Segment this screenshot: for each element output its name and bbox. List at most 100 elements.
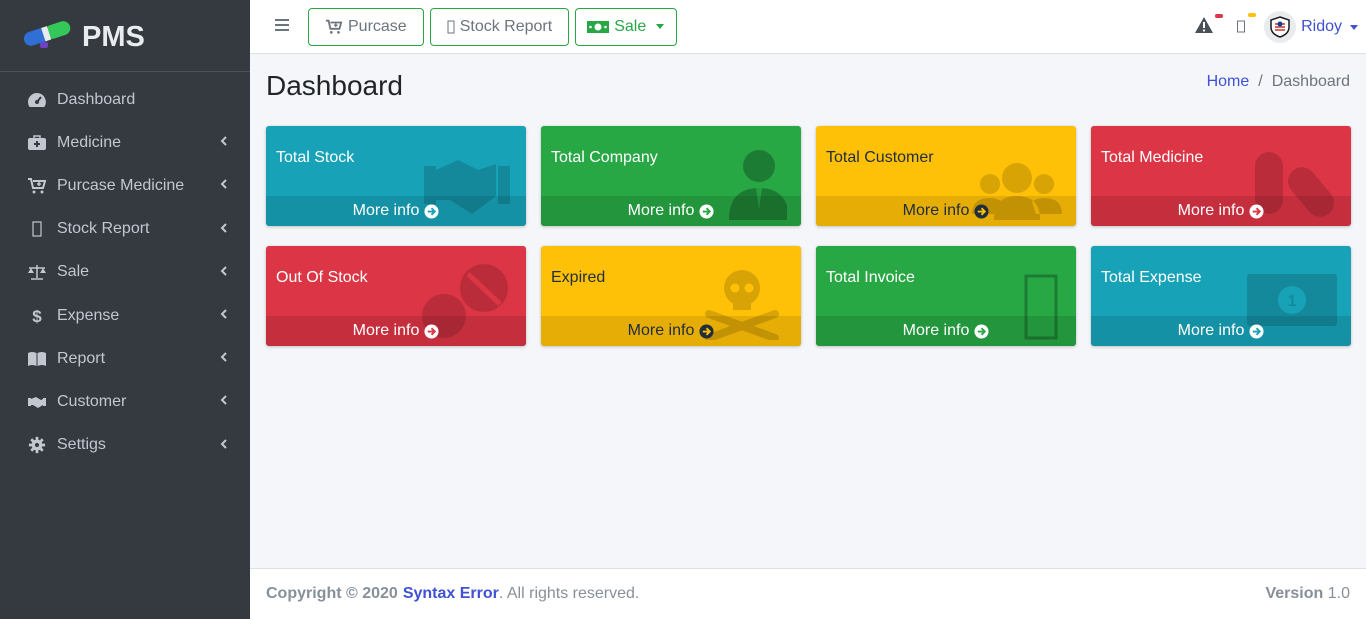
box-title: Total Medicine [1101,149,1204,166]
sidebar-item-label: Sale [57,263,90,281]
rights-text: . All rights reserved. [498,585,640,602]
total-company-box: Total Company More info [541,126,801,226]
sidebar-item-label: Report [57,349,106,367]
caret-down-icon [656,24,665,29]
content-header: Dashboard Home / Dashboard [266,70,1350,106]
chevron-left-icon [220,135,228,150]
alert-badge [1215,13,1224,18]
more-info-link[interactable]: More info [266,196,526,226]
more-info-label: More info [902,322,970,339]
sidebar-item-expense[interactable]: $ Expense [0,294,250,337]
notification-badge [1248,12,1257,17]
more-info-link[interactable]: More info [816,196,1076,226]
sidebar-item-settings[interactable]: Settigs [0,424,250,467]
tachometer-icon [26,91,48,109]
chevron-left-icon [220,351,228,366]
caret-down-icon [1350,24,1358,30]
dollar-icon: $ [26,307,48,325]
box-title: Total Customer [826,149,934,166]
sidebar-item-label: Dashboard [57,90,136,108]
more-info-label: More info [627,202,695,219]
breadcrumb: Home / Dashboard [1207,73,1350,91]
arrow-circle-right-icon [1249,203,1264,219]
more-info-link[interactable]: More info [816,316,1076,346]
more-info-link[interactable]: More info [541,196,801,226]
chevron-left-icon [220,394,228,409]
sidebar-item-label: Medicine [57,133,122,151]
sidebar-item-report[interactable]: Report [0,337,250,380]
sidebar-item-medicine[interactable]: Medicine [0,121,250,164]
chevron-left-icon [220,438,228,453]
user-name: Ridoy [1301,18,1342,35]
svg-text:$: $ [32,307,42,325]
missing-glyph-icon [447,19,455,35]
svg-text:1: 1 [1288,293,1297,310]
more-info-label: More info [1177,202,1245,219]
handshake-icon [26,393,48,411]
sidebar-item-dashboard[interactable]: Dashboard [0,78,250,121]
chevron-left-icon [220,222,228,237]
sidebar: PMS Dashboard Medicine Purcase Medicine [0,0,250,619]
purcase-button[interactable]: Purcase [308,7,424,46]
total-medicine-box: Total Medicine More info [1091,126,1351,226]
more-info-label: More info [352,322,420,339]
brand-name: PMS [82,21,145,53]
missing-glyph-icon [1236,20,1246,38]
balance-scale-icon [26,263,48,281]
sidebar-item-label: Stock Report [57,220,150,238]
alerts-button[interactable] [1194,13,1224,39]
box-title: Total Stock [276,149,355,166]
page-footer: Copyright © 2020 Syntax Error . All righ… [250,568,1366,619]
purcase-label: Purcase [348,17,407,35]
box-title: Total Invoice [826,269,915,286]
out-of-stock-box: Out Of Stock More info [266,246,526,346]
arrow-circle-right-icon [699,203,714,219]
sidebar-item-label: Purcase Medicine [57,176,185,194]
topbar: Purcase Stock Report Sale Ridoy [250,0,1366,54]
sidebar-item-purcase-medicine[interactable]: Purcase Medicine [0,164,250,207]
sidebar-item-label: Settigs [57,436,106,454]
more-info-link[interactable]: More info [1091,316,1351,346]
chevron-left-icon [220,308,228,323]
more-info-link[interactable]: More info [1091,196,1351,226]
total-customer-box: Total Customer More info [816,126,1076,226]
more-info-link[interactable]: More info [541,316,801,346]
money-bill-icon [587,20,610,34]
arrow-circle-right-icon [1249,323,1264,339]
chevron-left-icon [220,178,228,193]
user-menu[interactable]: Ridoy [1264,11,1358,43]
missing-glyph-icon [26,220,48,238]
hamburger-menu-icon[interactable] [274,16,294,37]
sale-dropdown-button[interactable]: Sale [575,7,678,46]
arrow-circle-right-icon [974,323,989,339]
more-info-label: More info [627,322,695,339]
medkit-icon [26,134,48,152]
more-info-label: More info [352,202,420,219]
breadcrumb-home-link[interactable]: Home [1207,73,1250,91]
cart-plus-icon [26,177,48,195]
sidebar-item-sale[interactable]: Sale [0,251,250,294]
brand[interactable]: PMS [0,0,250,72]
box-title: Out Of Stock [276,269,368,286]
stock-report-button[interactable]: Stock Report [429,7,570,46]
box-title: Expired [551,269,606,286]
sidebar-item-label: Expense [57,306,120,324]
more-info-label: More info [902,202,970,219]
expired-box: Expired More info [541,246,801,346]
breadcrumb-current: Dashboard [1271,73,1350,90]
company-link[interactable]: Syntax Error [403,585,499,603]
sidebar-item-customer[interactable]: Customer [0,380,250,423]
more-info-label: More info [1177,322,1245,339]
chevron-left-icon [220,265,228,280]
topbar-right: Ridoy [1194,0,1366,54]
warning-icon [1194,16,1214,38]
notifications-button[interactable] [1236,12,1257,39]
copyright-text: Copyright © 2020 [266,585,398,602]
sidebar-item-stock-report[interactable]: Stock Report [0,208,250,251]
arrow-circle-right-icon [699,323,714,339]
more-info-link[interactable]: More info [266,316,526,346]
version-label: Version [1265,585,1324,602]
pill-logo-icon [22,16,76,56]
sidebar-nav: Dashboard Medicine Purcase Medicine Stoc… [0,72,250,467]
book-open-icon [26,350,48,368]
